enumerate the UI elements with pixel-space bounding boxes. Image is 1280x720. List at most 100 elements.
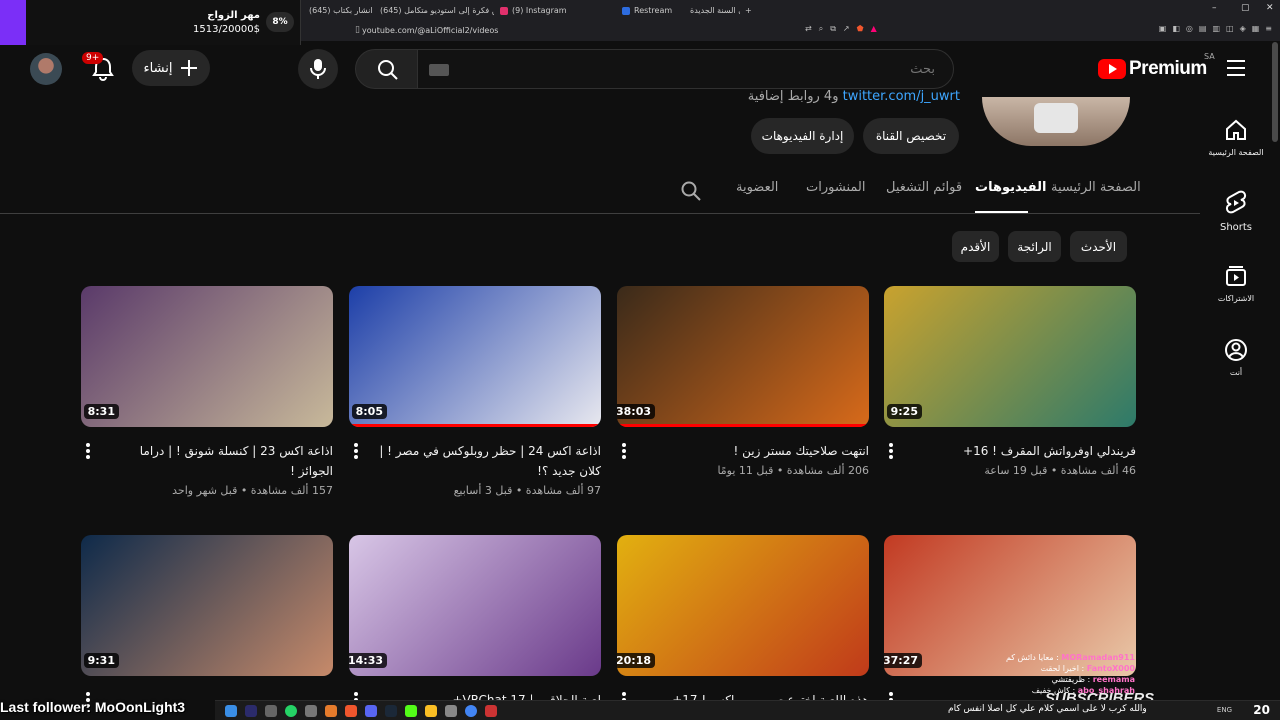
browser-tab-label: (645) مشيخة انشار بكتاب xyxy=(309,6,375,15)
video-card[interactable]: 38:03 انتهت صلاحيتك مستر زين ! 206 ألف مشا… xyxy=(617,286,869,477)
bookmark-list-icon[interactable]: ▥ xyxy=(1212,24,1220,33)
sidebar-item-home[interactable]: الصفحة الرئيسية xyxy=(1204,118,1268,157)
app-icon[interactable] xyxy=(425,705,437,717)
sidebar-item-label: أنت xyxy=(1229,368,1243,377)
channel-search-icon[interactable] xyxy=(680,180,702,202)
extension-icon[interactable]: ◫ xyxy=(1226,24,1234,33)
translate-icon[interactable]: ⇄ xyxy=(805,24,812,34)
maximize-icon[interactable]: ▢ xyxy=(1241,3,1250,13)
discord-icon[interactable] xyxy=(365,705,377,717)
more-options-icon[interactable] xyxy=(86,443,92,461)
extension-icon[interactable]: ◎ xyxy=(1186,24,1193,33)
browser-tab[interactable]: اول بث في السنة الجديدة xyxy=(690,4,740,17)
minimize-icon[interactable]: – xyxy=(1212,3,1217,13)
tab-membership[interactable]: العضوية xyxy=(736,180,778,195)
video-card[interactable]: 9:31 xyxy=(81,535,333,708)
extension-icon[interactable]: ◧ xyxy=(1172,24,1180,33)
zoom-icon[interactable]: ⌕ xyxy=(819,24,823,34)
restream-favicon-icon xyxy=(622,6,630,15)
tab-playlists[interactable]: قوائم التشغيل xyxy=(886,180,962,195)
send-icon[interactable]: ↗ xyxy=(843,24,850,34)
whatsapp-icon[interactable] xyxy=(285,705,297,717)
language-indicator[interactable]: ENG xyxy=(1217,706,1232,714)
video-thumbnail[interactable]: 9:31 xyxy=(81,535,333,676)
channel-avatar[interactable] xyxy=(982,97,1130,146)
close-window-icon[interactable]: ✕ xyxy=(1266,3,1274,13)
video-card[interactable]: 9:25 فريندلي اوفرواتش المقرف ! 16+ 46 ألف … xyxy=(884,286,1136,477)
menu-icon[interactable] xyxy=(1227,60,1245,76)
tab-posts[interactable]: المنشورات xyxy=(806,180,865,195)
app-icon[interactable] xyxy=(325,705,337,717)
video-thumbnail[interactable]: 38:03 xyxy=(617,286,869,427)
app-icon[interactable] xyxy=(405,705,417,717)
video-card[interactable]: 14:33لعبة الحلاقين | VRChat 17+ xyxy=(349,535,601,708)
notifications-button[interactable]: 9+ xyxy=(82,52,116,82)
stream-ticker-text: والله كرب لا على اسمي كلام علي كل اصلا ا… xyxy=(948,704,1147,714)
new-tab-button[interactable]: + xyxy=(745,4,755,17)
search-button[interactable] xyxy=(355,49,418,89)
share-icon[interactable]: ⧉ xyxy=(830,24,836,34)
video-thumbnail[interactable]: 8:05 xyxy=(349,286,601,427)
more-options-icon[interactable] xyxy=(354,443,360,461)
sidebar-item-you[interactable]: أنت xyxy=(1204,338,1268,377)
sidebar-toggle-icon[interactable]: ▤ xyxy=(1199,24,1207,33)
tab-home[interactable]: الصفحة الرئيسية xyxy=(1051,180,1141,195)
video-duration: 9:31 xyxy=(83,653,119,668)
chrome-icon[interactable] xyxy=(465,705,477,717)
browser-tab[interactable]: (9) Instagram xyxy=(500,4,610,17)
browser-tab[interactable]: (645) من فكرة إلى استوديو متكامل xyxy=(376,4,494,17)
sidebar-item-subscriptions[interactable]: الاشتراكات xyxy=(1204,264,1268,303)
obs-icon[interactable] xyxy=(485,705,497,717)
video-card[interactable]: 20:18هذه اللعبة اخترعت من ...ماكس ! 17+ xyxy=(617,535,869,708)
sidebar-item-shorts[interactable]: Shorts xyxy=(1204,190,1268,233)
youtube-premium-logo[interactable]: Premium SA xyxy=(1098,52,1215,80)
keyboard-icon[interactable] xyxy=(429,64,449,76)
url-field[interactable]: youtube.com/@aLiOfficial2/videos xyxy=(362,24,782,38)
voice-search-button[interactable] xyxy=(298,49,338,89)
chip-newest[interactable]: الأحدث xyxy=(1070,231,1127,262)
customize-channel-button[interactable]: تخصيص القناة xyxy=(863,118,959,154)
more-options-icon[interactable] xyxy=(622,443,628,461)
video-thumbnail[interactable]: 8:31 xyxy=(81,286,333,427)
rewards-icon[interactable]: ▲ xyxy=(871,24,877,34)
video-title[interactable]: اذاعة اكس 23 | كنسلة شونق ! | دراما الجو… xyxy=(107,441,333,481)
chip-popular[interactable]: الرائجة xyxy=(1008,231,1061,262)
search-input[interactable] xyxy=(455,59,935,79)
wallet-icon[interactable]: ▦ xyxy=(1252,24,1260,33)
start-icon[interactable] xyxy=(225,705,237,717)
clock[interactable]: 20 xyxy=(1253,703,1270,717)
bookmark-icon[interactable]: ▯ xyxy=(355,25,360,35)
more-links-text[interactable]: و4 روابط إضافية xyxy=(748,89,839,104)
page-scrollbar[interactable] xyxy=(1272,42,1278,142)
more-options-icon[interactable] xyxy=(889,443,895,461)
browser-tab[interactable]: (645) مشيخة انشار بكتاب xyxy=(305,4,375,17)
account-avatar[interactable] xyxy=(30,53,62,85)
app-icon[interactable] xyxy=(445,705,457,717)
brave-icon[interactable] xyxy=(345,705,357,717)
vpn-icon[interactable]: ◈ xyxy=(1240,24,1246,33)
brave-shield-icon[interactable]: ⬟ xyxy=(857,24,864,34)
extension-icon[interactable]: ▣ xyxy=(1159,24,1167,33)
twitter-link[interactable]: twitter.com/j_uwrt xyxy=(843,89,960,104)
app-icon[interactable] xyxy=(265,705,277,717)
tab-videos[interactable]: الفيديوهات xyxy=(975,180,1047,195)
create-button[interactable]: إنشاء xyxy=(132,50,210,86)
video-title[interactable]: انتهت صلاحيتك مستر زين ! xyxy=(643,441,869,461)
video-title[interactable]: فريندلي اوفرواتش المقرف ! 16+ xyxy=(910,441,1136,461)
steam-icon[interactable] xyxy=(385,705,397,717)
video-thumbnail[interactable]: 14:33 xyxy=(349,535,601,676)
chip-oldest[interactable]: الأقدم xyxy=(952,231,999,262)
manage-videos-button[interactable]: إدارة الفيديوهات xyxy=(751,118,854,154)
app-icon[interactable] xyxy=(305,705,317,717)
browser-tab[interactable]: Restream xyxy=(622,4,680,17)
video-thumbnail[interactable]: 9:25 xyxy=(884,286,1136,427)
home-icon xyxy=(1226,119,1246,140)
premiere-icon[interactable] xyxy=(245,705,257,717)
donation-goal-widget: مهر الزواج 1513/20000$ 8% xyxy=(0,0,301,45)
video-thumbnail[interactable]: 20:18 xyxy=(617,535,869,676)
menu-icon[interactable]: ≡ xyxy=(1265,24,1272,33)
browser-tab-label: اول بث في السنة الجديدة xyxy=(690,6,740,15)
video-card[interactable]: 8:31 اذاعة اكس 23 | كنسلة شونق ! | دراما … xyxy=(81,286,333,497)
video-card[interactable]: 8:05 اذاعة اكس 24 | حظر روبلوكس في مصر ! … xyxy=(349,286,601,497)
video-title[interactable]: اذاعة اكس 24 | حظر روبلوكس في مصر ! | كل… xyxy=(375,441,601,481)
